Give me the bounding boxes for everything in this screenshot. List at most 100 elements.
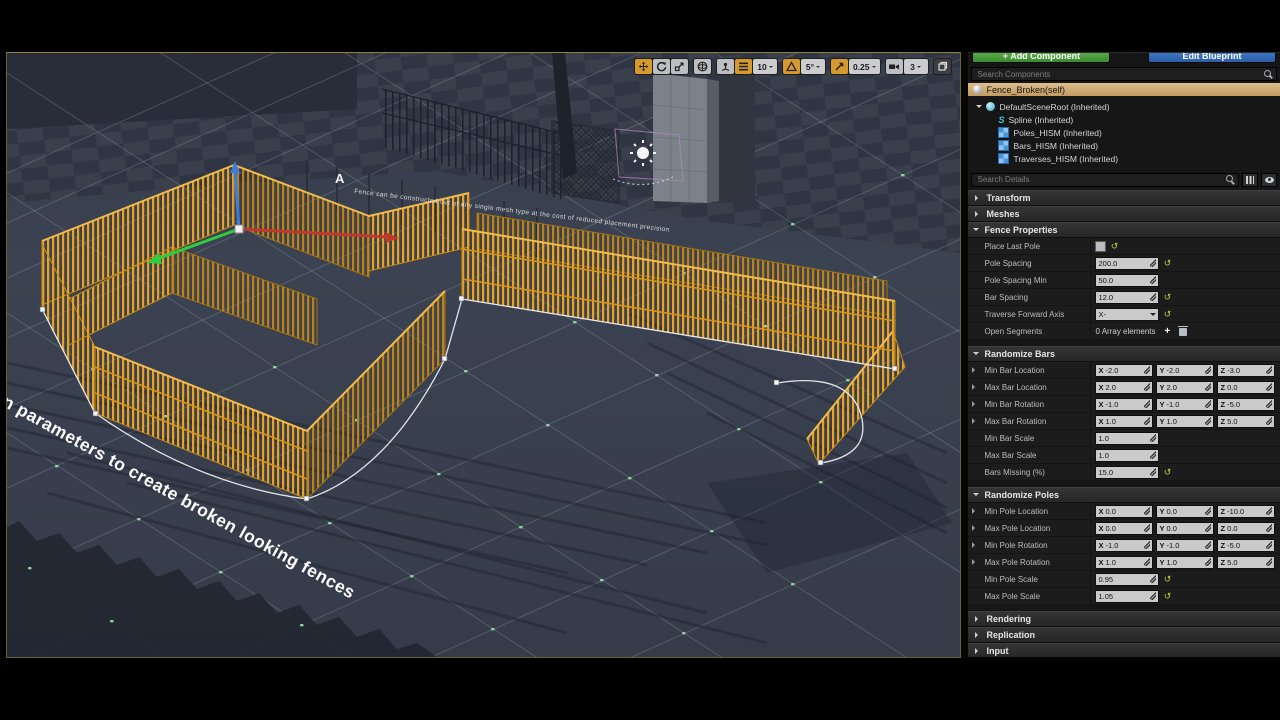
- section-input[interactable]: Input: [968, 643, 1280, 657]
- section-meshes[interactable]: Meshes: [968, 206, 1280, 222]
- revert-icon[interactable]: ↺: [1162, 310, 1172, 319]
- max-bar-scale-input[interactable]: 1.0: [1095, 449, 1159, 462]
- drag-handle-icon[interactable]: [1205, 400, 1211, 408]
- drag-handle-icon[interactable]: [1205, 507, 1211, 515]
- drag-handle-icon[interactable]: [1150, 293, 1156, 301]
- x-input[interactable]: X2.0: [1095, 381, 1153, 394]
- z-input[interactable]: Z-3.0: [1217, 364, 1275, 377]
- edit-blueprint-button[interactable]: Edit Blueprint: [1148, 53, 1276, 63]
- revert-icon[interactable]: ↺: [1109, 242, 1119, 251]
- world-space-toggle-button[interactable]: [694, 59, 711, 74]
- x-input[interactable]: X0.0: [1095, 505, 1153, 518]
- expander-right-icon[interactable]: [972, 418, 978, 424]
- drag-handle-icon[interactable]: [1150, 468, 1156, 476]
- section-replication[interactable]: Replication: [968, 627, 1280, 643]
- tree-item-spline[interactable]: S Spline (Inherited): [976, 113, 1280, 126]
- section-fence-properties[interactable]: Fence Properties: [968, 222, 1280, 238]
- min-bar-scale-input[interactable]: 1.0: [1095, 432, 1159, 445]
- section-transform[interactable]: Transform: [968, 190, 1280, 206]
- drag-handle-icon[interactable]: [1205, 524, 1211, 532]
- drag-handle-icon[interactable]: [1144, 507, 1150, 515]
- add-component-button[interactable]: + Add Component: [972, 53, 1110, 63]
- z-input[interactable]: Z0.0: [1217, 522, 1275, 535]
- y-input[interactable]: Y-1.0: [1156, 539, 1214, 552]
- max-pole-scale-input[interactable]: 1.05: [1095, 590, 1159, 603]
- drag-handle-icon[interactable]: [1205, 541, 1211, 549]
- camera-speed-button[interactable]: [886, 59, 903, 74]
- drag-handle-icon[interactable]: [1266, 541, 1272, 549]
- min-pole-scale-input[interactable]: 0.95: [1095, 573, 1159, 586]
- tree-item-defaultsceneroot[interactable]: DefaultSceneRoot (Inherited): [976, 100, 1280, 113]
- revert-icon[interactable]: ↺: [1162, 259, 1172, 268]
- x-input[interactable]: X1.0: [1095, 556, 1153, 569]
- x-input[interactable]: X1.0: [1095, 415, 1153, 428]
- drag-handle-icon[interactable]: [1266, 558, 1272, 566]
- drag-handle-icon[interactable]: [1144, 417, 1150, 425]
- maximize-viewport-button[interactable]: [934, 59, 951, 74]
- drag-handle-icon[interactable]: [1150, 276, 1156, 284]
- y-input[interactable]: Y1.0: [1156, 556, 1214, 569]
- drag-handle-icon[interactable]: [1144, 541, 1150, 549]
- y-input[interactable]: Y-1.0: [1156, 398, 1214, 411]
- expander-right-icon[interactable]: [972, 367, 978, 373]
- drag-handle-icon[interactable]: [1266, 383, 1272, 391]
- clear-array-icon[interactable]: [1179, 328, 1187, 336]
- viewport[interactable]: A Fence can be constructed out of any si…: [6, 52, 961, 658]
- drag-handle-icon[interactable]: [1205, 558, 1211, 566]
- drag-handle-icon[interactable]: [1266, 400, 1272, 408]
- drag-handle-icon[interactable]: [1150, 451, 1156, 459]
- expander-right-icon[interactable]: [972, 508, 978, 514]
- drag-handle-icon[interactable]: [1144, 524, 1150, 532]
- tree-item-traverses-hism[interactable]: Traverses_HISM (Inherited): [976, 152, 1280, 165]
- grid-snap-value[interactable]: 10: [753, 59, 777, 74]
- drag-handle-icon[interactable]: [1150, 259, 1156, 267]
- pole-spacing-min-input[interactable]: 50.0: [1095, 274, 1159, 287]
- z-input[interactable]: Z-5.0: [1217, 539, 1275, 552]
- z-input[interactable]: Z5.0: [1217, 415, 1275, 428]
- drag-handle-icon[interactable]: [1144, 558, 1150, 566]
- section-randomize-poles[interactable]: Randomize Poles: [968, 487, 1280, 503]
- y-input[interactable]: Y2.0: [1156, 381, 1214, 394]
- viewport-canvas[interactable]: A Fence can be constructed out of any si…: [7, 53, 961, 657]
- y-input[interactable]: Y1.0: [1156, 415, 1214, 428]
- drag-handle-icon[interactable]: [1266, 524, 1272, 532]
- z-input[interactable]: Z-10.0: [1217, 505, 1275, 518]
- expander-right-icon[interactable]: [972, 542, 978, 548]
- display-filter-button[interactable]: [1242, 173, 1258, 187]
- pole-spacing-input[interactable]: 200.0: [1095, 257, 1159, 270]
- z-input[interactable]: Z-5.0: [1217, 398, 1275, 411]
- camera-speed-value[interactable]: 3: [904, 59, 928, 74]
- drag-handle-icon[interactable]: [1150, 575, 1156, 583]
- drag-handle-icon[interactable]: [1266, 417, 1272, 425]
- drag-handle-icon[interactable]: [1144, 383, 1150, 391]
- y-input[interactable]: Y-2.0: [1156, 364, 1214, 377]
- revert-icon[interactable]: ↺: [1162, 293, 1172, 302]
- bar-spacing-input[interactable]: 12.0: [1095, 291, 1159, 304]
- scale-snap-toggle-button[interactable]: [831, 59, 848, 74]
- expander-right-icon[interactable]: [972, 559, 978, 565]
- y-input[interactable]: Y0.0: [1156, 505, 1214, 518]
- drag-handle-icon[interactable]: [1266, 366, 1272, 374]
- revert-icon[interactable]: ↺: [1162, 468, 1172, 477]
- rotation-snap-value[interactable]: 5°: [801, 59, 825, 74]
- z-input[interactable]: Z0.0: [1217, 381, 1275, 394]
- expander-right-icon[interactable]: [972, 401, 978, 407]
- x-input[interactable]: X-2.0: [1095, 364, 1153, 377]
- bars-missing-input[interactable]: 15.0: [1095, 466, 1159, 479]
- drag-handle-icon[interactable]: [1205, 383, 1211, 391]
- x-input[interactable]: X-1.0: [1095, 398, 1153, 411]
- section-randomize-bars[interactable]: Randomize Bars: [968, 346, 1280, 362]
- components-search-input[interactable]: [975, 69, 1261, 80]
- rotate-tool-button[interactable]: [653, 59, 670, 74]
- scale-tool-button[interactable]: [671, 59, 688, 74]
- revert-icon[interactable]: ↺: [1162, 592, 1172, 601]
- component-row-selected[interactable]: Fence_Broken(self): [968, 83, 1280, 96]
- add-array-element-icon[interactable]: +: [1165, 326, 1171, 337]
- expander-right-icon[interactable]: [972, 384, 978, 390]
- revert-icon[interactable]: ↺: [1162, 575, 1172, 584]
- rotation-snap-toggle-button[interactable]: [783, 59, 800, 74]
- z-input[interactable]: Z5.0: [1217, 556, 1275, 569]
- x-input[interactable]: X-1.0: [1095, 539, 1153, 552]
- drag-handle-icon[interactable]: [1266, 507, 1272, 515]
- expander-right-icon[interactable]: [972, 525, 978, 531]
